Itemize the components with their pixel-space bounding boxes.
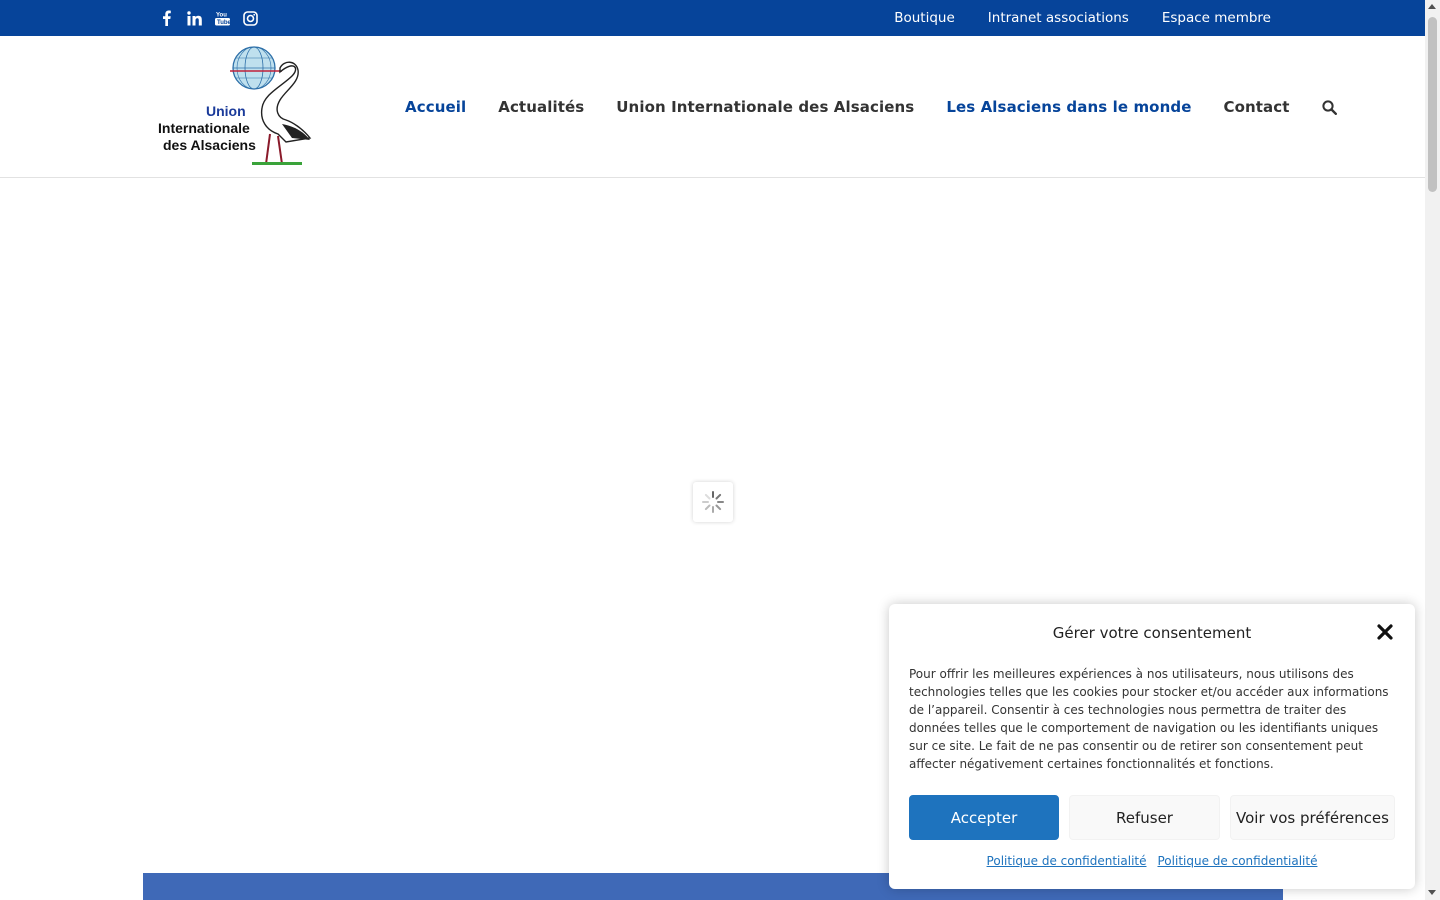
nav-item-actualites[interactable]: Actualités: [498, 98, 584, 116]
instagram-icon[interactable]: [242, 10, 258, 26]
scroll-thumb[interactable]: [1428, 17, 1437, 192]
scroll-down-arrow-icon[interactable]: [1428, 890, 1436, 895]
svg-text:Internationale: Internationale: [158, 120, 250, 136]
privacy-policy-link-2[interactable]: Politique de confidentialité: [1158, 854, 1318, 868]
loading-spinner: [693, 482, 733, 522]
boutique-link[interactable]: Boutique: [894, 10, 955, 26]
policy-links: Politique de confidentialité Politique d…: [889, 854, 1415, 868]
top-bar: You Tube Boutique Intranet associations E…: [0, 0, 1425, 36]
scroll-up-arrow-icon[interactable]: [1428, 4, 1436, 9]
intranet-associations-link[interactable]: Intranet associations: [988, 10, 1129, 26]
page-scrollbar[interactable]: [1425, 0, 1440, 900]
svg-text:Tube: Tube: [217, 20, 230, 26]
main-nav: Accueil Actualités Union Internationale …: [405, 36, 1338, 178]
search-icon[interactable]: [1322, 99, 1338, 115]
svg-text:des Alsaciens: des Alsaciens: [163, 137, 256, 153]
nav-item-union-internationale[interactable]: Union Internationale des Alsaciens: [616, 98, 914, 116]
consent-title: Gérer votre consentement: [1052, 624, 1252, 642]
nav-item-alsaciens-monde[interactable]: Les Alsaciens dans le monde: [946, 98, 1191, 116]
consent-dialog: Gérer votre consentement Pour offrir les…: [889, 604, 1415, 889]
consent-message: Pour offrir les meilleures expériences à…: [909, 667, 1389, 771]
facebook-icon[interactable]: [158, 10, 174, 26]
nav-item-accueil[interactable]: Accueil: [405, 98, 466, 116]
svg-text:You: You: [216, 13, 227, 19]
preferences-button[interactable]: Voir vos préférences: [1230, 795, 1395, 840]
accept-button[interactable]: Accepter: [909, 795, 1059, 840]
top-links: Boutique Intranet associations Espace me…: [894, 0, 1271, 36]
refuse-button[interactable]: Refuser: [1069, 795, 1220, 840]
nav-item-contact[interactable]: Contact: [1223, 98, 1289, 116]
close-icon[interactable]: [1376, 623, 1394, 641]
site-header: Union Internationale des Alsaciens Accue…: [0, 36, 1425, 178]
privacy-policy-link[interactable]: Politique de confidentialité: [987, 854, 1147, 868]
espace-membre-link[interactable]: Espace membre: [1162, 10, 1271, 26]
linkedin-icon[interactable]: [186, 10, 202, 26]
svg-text:Union: Union: [206, 103, 246, 119]
youtube-icon[interactable]: You Tube: [214, 10, 230, 26]
site-logo[interactable]: Union Internationale des Alsaciens: [154, 46, 314, 170]
social-links: You Tube: [158, 0, 258, 36]
